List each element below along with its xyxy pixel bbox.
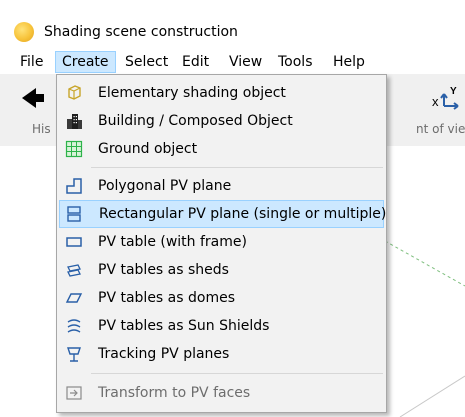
history-back-arrow-tail	[36, 94, 44, 102]
polygonal-plane-icon	[66, 178, 82, 194]
transform-faces-icon	[66, 386, 82, 400]
menu-item-transform-to-pv-faces: Transform to PV faces	[59, 379, 384, 407]
menu-item-pv-table[interactable]: PV table (with frame)	[59, 228, 384, 256]
menu-item-pv-tables-sun-shields[interactable]: PV tables as Sun Shields	[59, 312, 384, 340]
menu-item-pv-tables-domes[interactable]: PV tables as domes	[59, 284, 384, 312]
sun-shields-icon	[67, 319, 81, 333]
svg-text:x: x	[432, 94, 439, 109]
app-sun-icon	[14, 22, 34, 42]
menu-select[interactable]: Select	[119, 51, 174, 73]
tracking-planes-icon	[67, 347, 81, 362]
create-menu-dropdown: Elementary shading object Building / Com…	[56, 74, 387, 413]
menu-item-polygonal-pv-plane[interactable]: Polygonal PV plane	[59, 172, 384, 200]
pv-table-icon	[66, 237, 82, 247]
title-bar: Shading scene construction	[0, 0, 465, 42]
menu-view[interactable]: View	[223, 51, 268, 73]
menu-item-label: Ground object	[98, 141, 198, 157]
ground-grid-icon	[65, 140, 83, 158]
rectangular-plane-icon	[67, 206, 81, 222]
menu-item-label: Tracking PV planes	[98, 346, 230, 362]
building-icon	[67, 114, 82, 129]
menu-item-tracking-pv-planes[interactable]: Tracking PV planes	[59, 340, 384, 368]
menu-item-pv-tables-sheds[interactable]: PV tables as sheds	[59, 256, 384, 284]
menu-item-label: Rectangular PV plane (single or multiple…	[99, 206, 387, 222]
toolbar-history-label: His	[32, 122, 51, 136]
sheds-icon	[67, 264, 81, 277]
axis-view-icon[interactable]: x Y	[430, 84, 464, 114]
menu-item-label: Elementary shading object	[98, 85, 286, 101]
window-title: Shading scene construction	[44, 24, 238, 40]
menu-item-rectangular-pv-plane[interactable]: Rectangular PV plane (single or multiple…	[59, 200, 387, 228]
menu-file[interactable]: File	[14, 51, 49, 73]
svg-text:Y: Y	[450, 86, 457, 97]
menu-item-building-composed-object[interactable]: Building / Composed Object	[59, 107, 384, 135]
menu-item-ground-object[interactable]: Ground object	[59, 135, 384, 163]
elementary-shading-object-icon	[68, 85, 81, 100]
menu-item-label: PV tables as Sun Shields	[98, 318, 270, 334]
menu-item-label: Transform to PV faces	[98, 385, 251, 401]
toolbar-point-of-view-label: nt of view	[416, 122, 465, 136]
menu-separator	[91, 373, 383, 374]
menu-item-elementary-shading-object[interactable]: Elementary shading object	[59, 79, 384, 107]
menu-item-label: Building / Composed Object	[98, 113, 293, 129]
menu-bar: File Create Select Edit View Tools Help	[0, 50, 465, 74]
menu-item-label: Polygonal PV plane	[98, 178, 232, 194]
menu-help[interactable]: Help	[327, 51, 371, 73]
menu-item-label: PV tables as domes	[98, 290, 235, 306]
menu-separator	[91, 167, 383, 168]
menu-item-label: PV table (with frame)	[98, 234, 247, 250]
menu-edit[interactable]: Edit	[176, 51, 215, 73]
domes-icon	[65, 293, 83, 303]
menu-item-label: PV tables as sheds	[98, 262, 229, 278]
history-back-arrow-icon[interactable]	[22, 88, 36, 108]
menu-tools[interactable]: Tools	[272, 51, 319, 73]
menu-create[interactable]: Create	[55, 51, 116, 73]
